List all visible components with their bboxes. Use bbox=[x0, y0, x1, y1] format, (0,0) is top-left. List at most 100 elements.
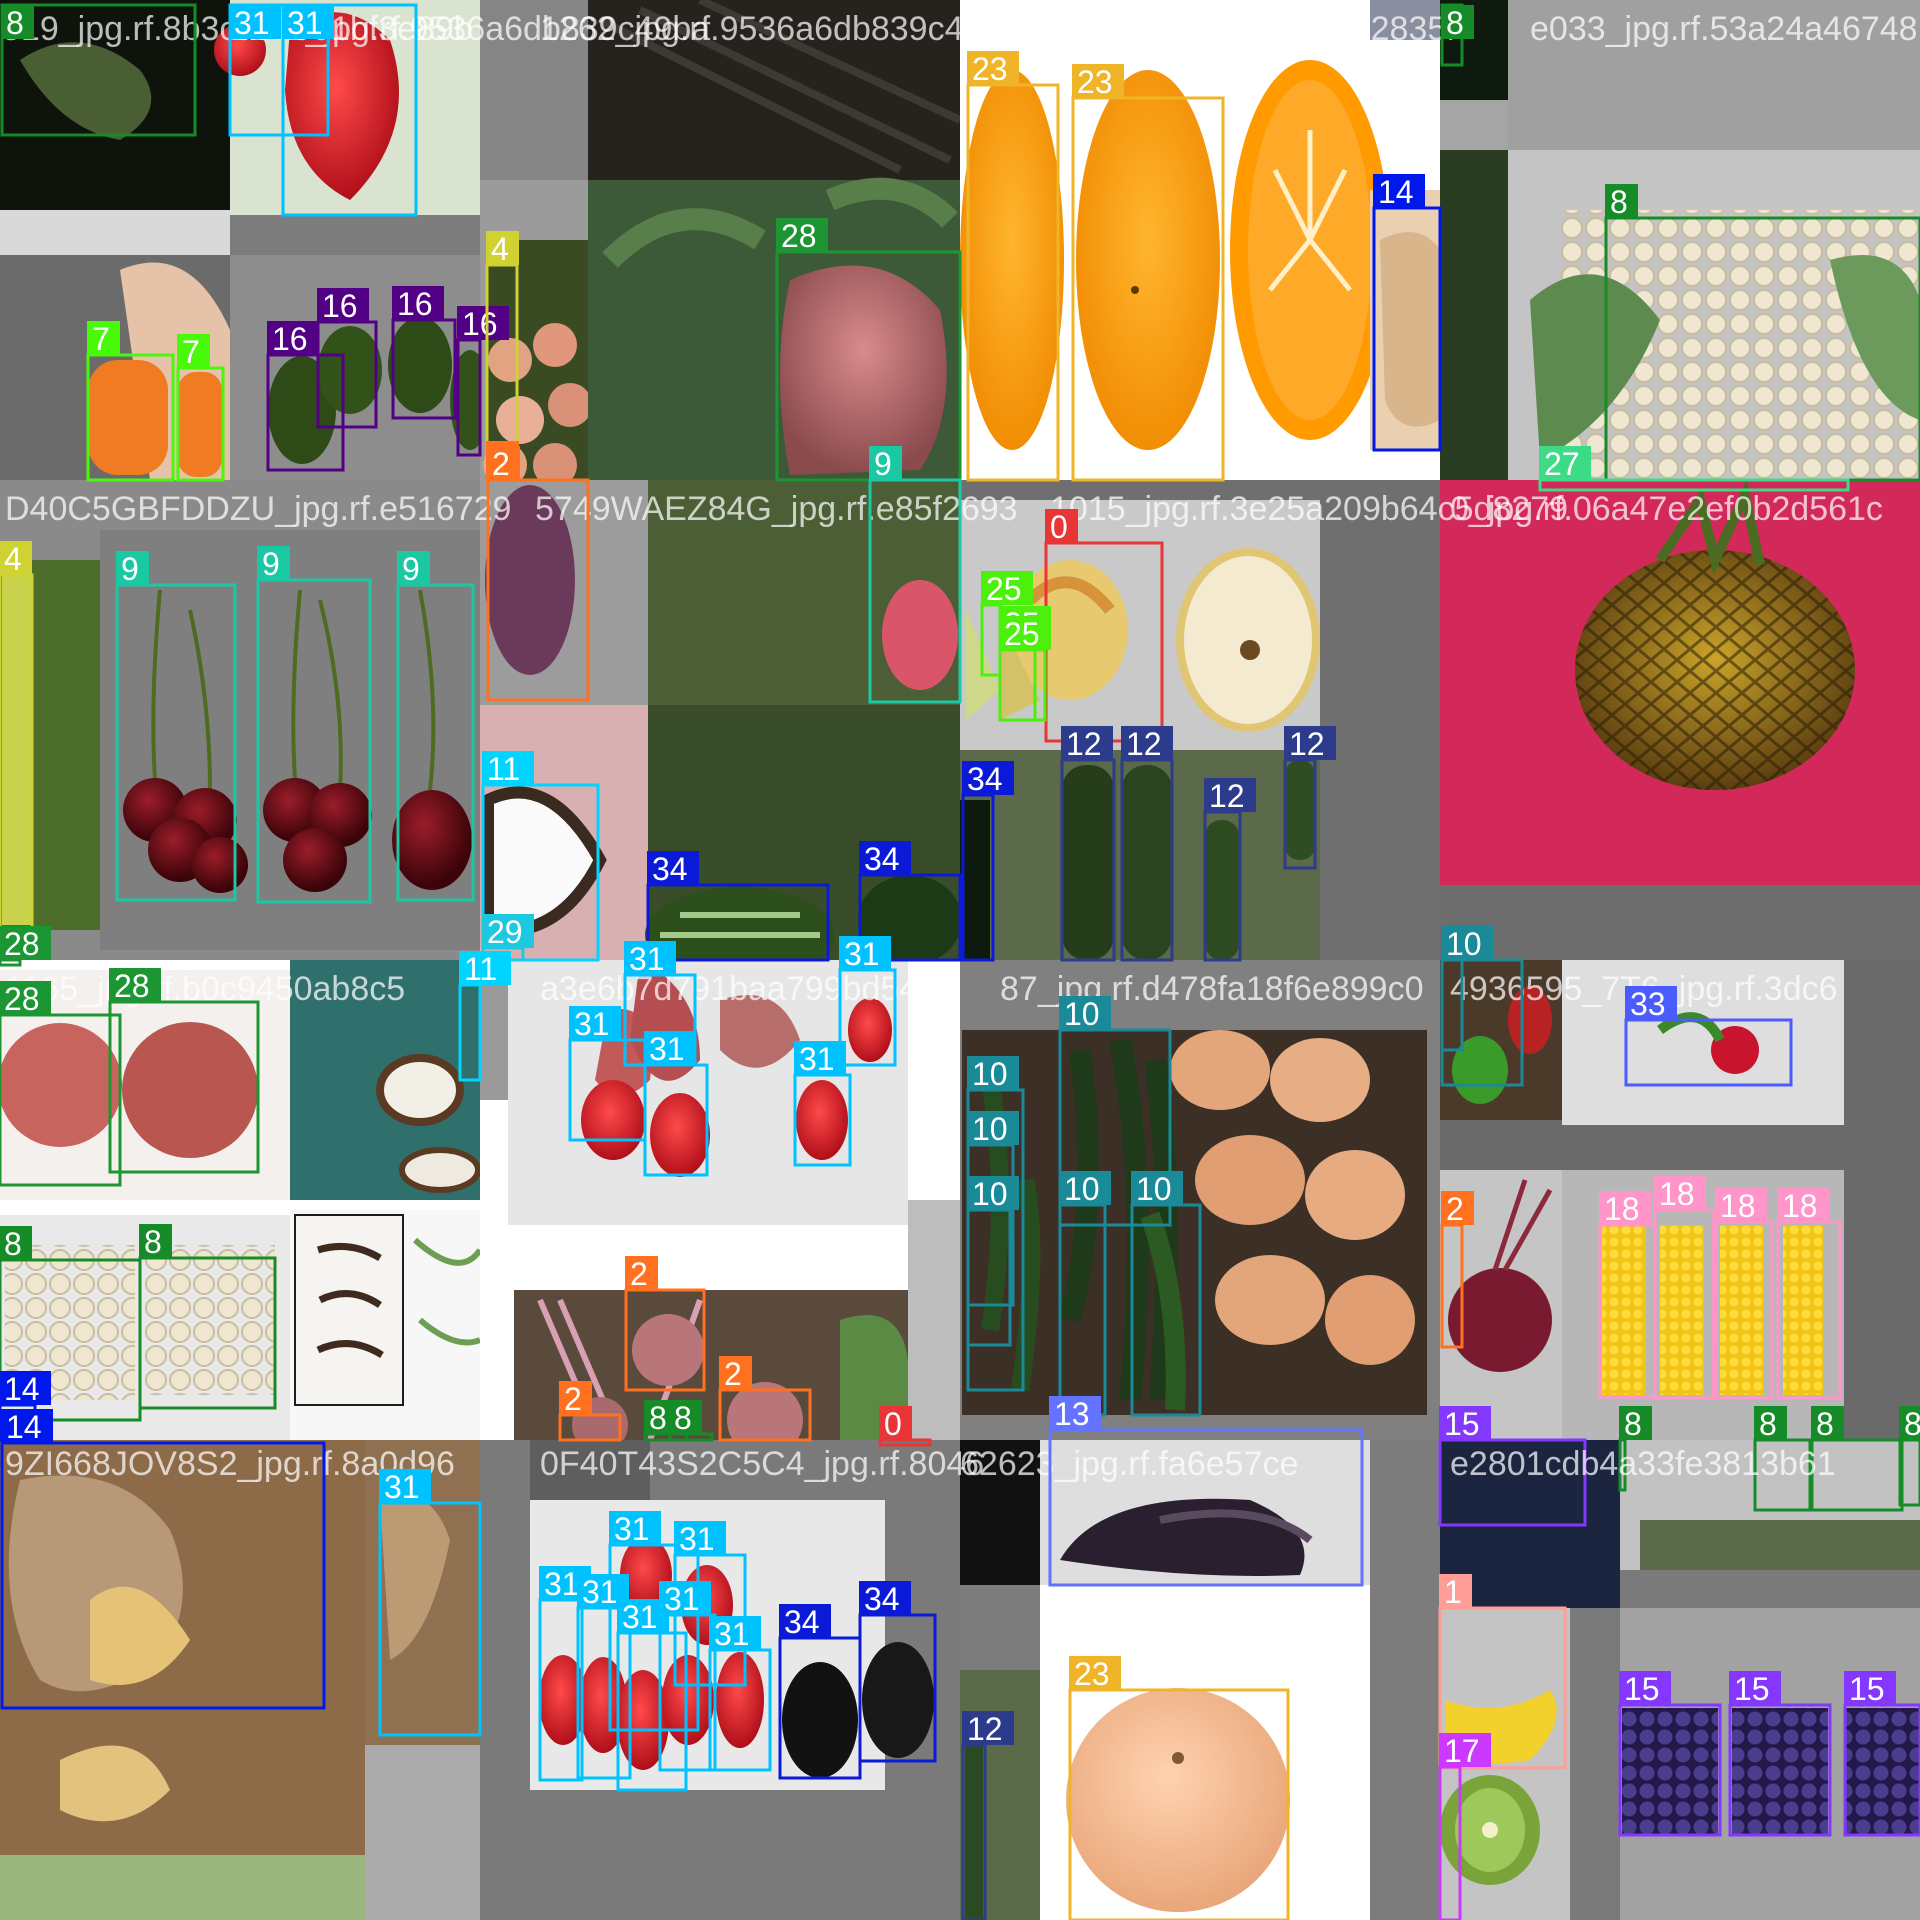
class-label: 34 bbox=[864, 841, 900, 877]
image-filename: e033_jpg.rf.53a24a46748 bbox=[1530, 10, 1918, 48]
class-label: 31 bbox=[714, 1616, 750, 1652]
class-label: 2 bbox=[630, 1256, 648, 1292]
mosaic-cell bbox=[0, 1440, 480, 1920]
class-label: 15 bbox=[1444, 1406, 1480, 1442]
class-label: 15 bbox=[1849, 1671, 1885, 1707]
class-label: 11 bbox=[487, 751, 520, 787]
class-label: 8 bbox=[1446, 5, 1464, 41]
image-filename: 0_jpg.rf.06a47e2ef0b2d561c bbox=[1450, 490, 1883, 528]
class-label: 1 bbox=[1444, 1574, 1462, 1610]
class-label: 23 bbox=[1074, 1656, 1110, 1692]
class-label: 12 bbox=[1066, 726, 1102, 762]
class-label: 10 bbox=[972, 1176, 1008, 1212]
class-label: 10 bbox=[972, 1056, 1008, 1092]
class-label: 28 bbox=[114, 968, 150, 1004]
image-filename: 0F40T43S2C5C4_jpg.rf.8046 bbox=[540, 1445, 984, 1483]
class-label: 2 bbox=[564, 1381, 582, 1417]
class-label: 27 bbox=[1544, 446, 1580, 482]
class-label: 16 bbox=[322, 288, 358, 324]
class-label: 9 bbox=[874, 446, 892, 482]
class-label: 31 bbox=[799, 1041, 835, 1077]
class-label: 29 bbox=[487, 914, 523, 950]
mosaic-cell bbox=[960, 1440, 1440, 1920]
class-label: 31 bbox=[582, 1574, 618, 1610]
class-label: 8 bbox=[6, 5, 24, 41]
mosaic-cell bbox=[0, 960, 483, 1440]
image-filename: 62623_jpg.rf.fa6e57ce bbox=[960, 1445, 1298, 1483]
class-label: 8 bbox=[649, 1400, 667, 1436]
class-label: 28 bbox=[4, 981, 40, 1017]
class-label: 13 bbox=[1054, 1396, 1090, 1432]
class-label: 31 bbox=[664, 1581, 700, 1617]
class-label: 10 bbox=[972, 1111, 1008, 1147]
mosaic-cell bbox=[960, 0, 1440, 480]
class-label: 2 bbox=[492, 446, 510, 482]
class-label: 4 bbox=[4, 541, 22, 577]
class-label: 0 bbox=[884, 1406, 902, 1442]
class-label: 11 bbox=[464, 951, 497, 987]
class-label: 8 bbox=[144, 1224, 162, 1260]
class-label: 23 bbox=[972, 51, 1008, 87]
image-filename: 1262_jpg.rf.9536a6db839c49ba bbox=[540, 10, 1020, 48]
class-label: 31 bbox=[384, 1469, 420, 1505]
class-label: 8 bbox=[1610, 184, 1628, 220]
image-filename: e2801cdb4a33fe3813b61 bbox=[1450, 1445, 1836, 1483]
class-label: 31 bbox=[574, 1006, 610, 1042]
class-label: 8 bbox=[1816, 1406, 1834, 1442]
class-label: 12 bbox=[967, 1711, 1003, 1747]
class-label: 15 bbox=[1734, 1671, 1770, 1707]
class-label: 34 bbox=[864, 1581, 900, 1617]
class-label: 31 bbox=[234, 5, 270, 41]
mosaic-cell bbox=[1440, 479, 1920, 960]
class-label: 8 bbox=[4, 1226, 22, 1262]
class-label: 16 bbox=[397, 286, 433, 322]
class-label: 12 bbox=[1289, 726, 1325, 762]
class-label: 12 bbox=[1209, 778, 1245, 814]
class-label: 7 bbox=[92, 321, 110, 357]
class-label: 25 bbox=[986, 571, 1022, 607]
class-label: 9 bbox=[121, 551, 139, 587]
class-label: 18 bbox=[1659, 1176, 1695, 1212]
class-label: 8 bbox=[1759, 1406, 1777, 1442]
class-label: 8 bbox=[1904, 1406, 1920, 1442]
class-label: 9 bbox=[402, 551, 420, 587]
class-label: 31 bbox=[649, 1031, 685, 1067]
class-label: 25 bbox=[1004, 616, 1040, 652]
mosaic-cell bbox=[1440, 0, 1920, 480]
class-label: 14 bbox=[6, 1409, 42, 1445]
class-label: 28 bbox=[781, 218, 817, 254]
class-label: 33 bbox=[1630, 986, 1666, 1022]
class-label: 34 bbox=[967, 761, 1003, 797]
class-label: 31 bbox=[629, 941, 665, 977]
class-label: 2 bbox=[1446, 1191, 1464, 1227]
class-label: 10 bbox=[1446, 926, 1482, 962]
class-label: 31 bbox=[614, 1511, 650, 1547]
class-label: 12 bbox=[1126, 726, 1162, 762]
class-label: 10 bbox=[1064, 1171, 1100, 1207]
class-label: 15 bbox=[1624, 1671, 1660, 1707]
class-label: 16 bbox=[272, 321, 308, 357]
class-label: 31 bbox=[679, 1521, 715, 1557]
class-label: 34 bbox=[652, 851, 688, 887]
class-label: 18 bbox=[1720, 1188, 1756, 1224]
mosaic-cell bbox=[480, 1440, 960, 1920]
class-label: 8 bbox=[674, 1400, 692, 1436]
class-label: 31 bbox=[844, 936, 880, 972]
image-filename: 5749WAEZ84G_jpg.rf.e85f2693 bbox=[535, 490, 1018, 528]
mosaic-canvas: 519_jpg.rf.8b3ca90901bf3e89b1262_jpg.rf.… bbox=[0, 0, 1920, 1920]
class-label: 18 bbox=[1782, 1188, 1818, 1224]
class-label: 10 bbox=[1064, 996, 1100, 1032]
class-label: 23 bbox=[1077, 64, 1113, 100]
class-label: 7 bbox=[182, 334, 200, 370]
class-label: 14 bbox=[4, 1371, 40, 1407]
class-label: 17 bbox=[1444, 1733, 1480, 1769]
class-label: 16 bbox=[462, 306, 498, 342]
class-label: 2 bbox=[724, 1356, 742, 1392]
class-label: 10 bbox=[1136, 1171, 1172, 1207]
class-label: 31 bbox=[622, 1599, 658, 1635]
image-filename: N4NAGKGETO0YR_jpg.rf.2835f bbox=[965, 10, 1456, 48]
class-label: 18 bbox=[1604, 1191, 1640, 1227]
class-label: 34 bbox=[784, 1604, 820, 1640]
class-label: 31 bbox=[287, 5, 323, 41]
class-label: 8 bbox=[1624, 1406, 1642, 1442]
